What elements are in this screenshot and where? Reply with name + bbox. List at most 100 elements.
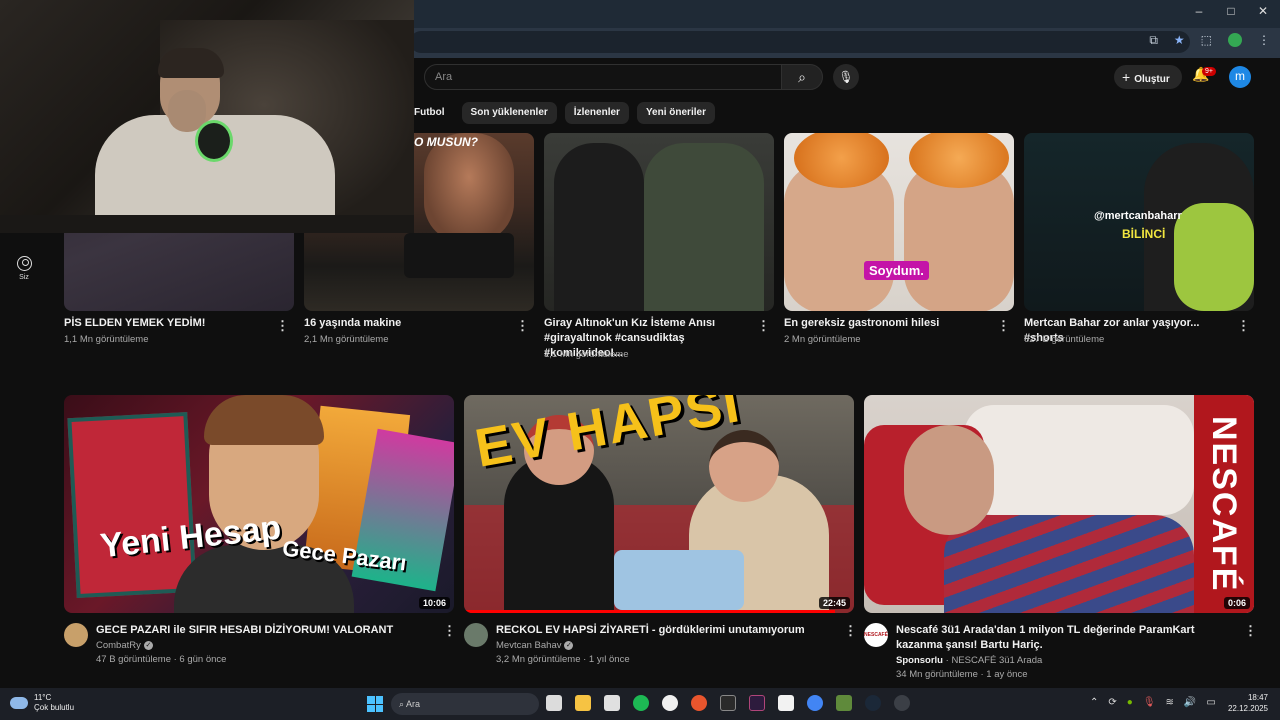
app-icon[interactable] bbox=[691, 695, 707, 711]
search-icon: ⌕ bbox=[798, 69, 806, 85]
thumbnail-text: EV HAPSİ bbox=[470, 395, 746, 479]
channel-avatar[interactable] bbox=[464, 623, 488, 647]
more-options-icon[interactable]: ⋮ bbox=[516, 318, 529, 334]
extensions-icon[interactable]: ⬚ bbox=[1201, 33, 1212, 48]
more-options-icon[interactable]: ⋮ bbox=[1237, 318, 1250, 334]
weather-condition: Çok bulutlu bbox=[34, 703, 75, 712]
video-thumbnail[interactable]: Yeni Hesap Gece Pazarı 10:06 bbox=[64, 395, 454, 613]
app-icon[interactable] bbox=[894, 695, 910, 711]
video-views: 2,1 Mn görüntüleme bbox=[304, 334, 389, 345]
channel-avatar[interactable]: NESCAFÉ bbox=[864, 623, 888, 647]
wifi-icon[interactable]: ≋ bbox=[1166, 697, 1174, 708]
store-icon[interactable] bbox=[604, 695, 620, 711]
date: 22.12.2025 bbox=[1227, 704, 1268, 713]
video-thumbnail[interactable]: NESCAFÉ 0:06 bbox=[864, 395, 1254, 613]
profile-icon[interactable] bbox=[1228, 33, 1242, 47]
chip-watched[interactable]: İzlenenler bbox=[564, 102, 629, 124]
video-thumbnail[interactable]: @mertcanbaharr BİLİNCİ bbox=[1024, 133, 1254, 311]
video-title[interactable]: PİS ELDEN YEMEK YEDİM! bbox=[64, 316, 274, 331]
system-clock[interactable]: 18:47 22.12.2025 bbox=[1228, 692, 1268, 714]
file-explorer-icon[interactable] bbox=[575, 695, 591, 711]
chip-futbol[interactable]: Futbol bbox=[414, 102, 454, 124]
create-button[interactable]: + Oluştur bbox=[1114, 65, 1182, 89]
time: 18:47 bbox=[1247, 693, 1268, 702]
more-options-icon[interactable]: ⋮ bbox=[757, 318, 770, 334]
headphones-icon bbox=[195, 120, 233, 162]
channel-name[interactable]: NESCAFÉ 3ü1 Arada bbox=[951, 655, 1042, 666]
thumbnail-text: NESCAFÉ bbox=[1194, 395, 1254, 613]
address-bar[interactable] bbox=[410, 31, 1190, 53]
editor-icon[interactable] bbox=[749, 695, 765, 711]
microphone-icon: 🎙 bbox=[838, 70, 854, 84]
chrome-icon[interactable] bbox=[807, 695, 823, 711]
chip-new-recommendations[interactable]: Yeni öneriler bbox=[636, 102, 715, 124]
thumbnail-caption: BİLİNCİ bbox=[1122, 227, 1166, 241]
video-views: 627 B görüntüleme bbox=[1024, 334, 1105, 345]
nvidia-icon[interactable]: ● bbox=[1127, 697, 1133, 708]
voice-search-button[interactable]: 🎙 bbox=[833, 64, 859, 90]
sync-icon[interactable]: ⟳ bbox=[1108, 697, 1116, 708]
video-views: 1,1 Mn görüntüleme bbox=[544, 349, 629, 360]
video-duration: 10:06 bbox=[418, 597, 450, 609]
menu-icon[interactable]: ⋮ bbox=[1258, 33, 1270, 48]
task-view-icon[interactable] bbox=[546, 695, 562, 711]
create-label: Oluştur bbox=[1134, 74, 1170, 85]
more-options-icon[interactable]: ⋮ bbox=[997, 318, 1010, 334]
steam-icon[interactable] bbox=[865, 695, 881, 711]
plus-icon: + bbox=[1122, 69, 1131, 85]
video-views: 1,1 Mn görüntüleme bbox=[64, 334, 149, 345]
spotify-icon[interactable] bbox=[633, 695, 649, 711]
close-button[interactable]: ✕ bbox=[1256, 4, 1270, 18]
more-options-icon[interactable]: ⋮ bbox=[443, 623, 456, 639]
taskbar-search[interactable]: ⌕ Ara bbox=[391, 693, 539, 715]
minimize-button[interactable]: – bbox=[1192, 4, 1206, 18]
microphone-icon[interactable]: 🎙 bbox=[1143, 697, 1156, 708]
start-button[interactable] bbox=[367, 696, 383, 712]
video-title[interactable]: RECKOL EV HAPSİ ZİYARETİ - gördüklerimi … bbox=[496, 623, 836, 638]
account-avatar[interactable]: m bbox=[1229, 66, 1251, 88]
battery-icon[interactable]: ▭ bbox=[1206, 697, 1215, 708]
notepad-icon[interactable] bbox=[778, 695, 794, 711]
sidebar-item-you[interactable]: Siz bbox=[10, 256, 38, 281]
video-duration: 0:06 bbox=[1223, 597, 1250, 609]
weather-widget[interactable]: 11°C Çok bulutlu bbox=[10, 693, 74, 713]
chip-latest[interactable]: Son yüklenenler bbox=[461, 102, 557, 124]
chevron-up-icon[interactable]: ⌃ bbox=[1090, 697, 1098, 708]
video-meta: 3,2 Mn görüntüleme · 1 yıl önce bbox=[496, 654, 630, 665]
user-icon bbox=[16, 256, 32, 271]
more-options-icon[interactable]: ⋮ bbox=[1244, 623, 1257, 639]
verified-icon: ✓ bbox=[564, 640, 574, 650]
sidebar-item-label: Siz bbox=[19, 274, 29, 281]
webcam-overlay bbox=[0, 0, 414, 233]
channel-name[interactable]: Mevtcan Bahav ✓ bbox=[496, 639, 574, 653]
video-title[interactable]: Nescafé 3ü1 Arada'dan 1 milyon TL değeri… bbox=[896, 623, 1236, 653]
epic-games-icon[interactable] bbox=[720, 695, 736, 711]
video-meta: 47 B görüntüleme · 6 gün önce bbox=[96, 654, 227, 665]
video-title[interactable]: 16 yaşında makine bbox=[304, 316, 514, 331]
more-options-icon[interactable]: ⋮ bbox=[276, 318, 289, 334]
star-icon[interactable]: ★ bbox=[1174, 33, 1185, 48]
search-button[interactable]: ⌕ bbox=[781, 64, 823, 90]
filter-chips: Futbol Son yüklenenler İzlenenler Yeni ö… bbox=[414, 102, 715, 124]
cloud-icon bbox=[10, 697, 28, 709]
video-thumbnail[interactable]: EV HAPSİ 22:45 bbox=[464, 395, 854, 613]
temperature: 11°C bbox=[34, 693, 52, 702]
thumbnail-caption: @mertcanbaharr bbox=[1094, 210, 1182, 222]
video-thumbnail[interactable]: Soydum. bbox=[784, 133, 1014, 311]
more-options-icon[interactable]: ⋮ bbox=[844, 623, 857, 639]
install-icon[interactable]: ⧉ bbox=[1149, 33, 1158, 48]
minecraft-icon[interactable] bbox=[836, 695, 852, 711]
video-title[interactable]: En gereksiz gastronomi hilesi bbox=[784, 316, 994, 331]
system-tray: ⌃ ⟳ ● 🎙 ≋ 🔊 ▭ bbox=[1090, 697, 1216, 708]
search-input[interactable]: Ara bbox=[424, 64, 782, 90]
volume-icon[interactable]: 🔊 bbox=[1184, 697, 1196, 708]
maximize-button[interactable]: □ bbox=[1224, 4, 1238, 18]
notification-badge: 9+ bbox=[1202, 67, 1216, 76]
channel-name[interactable]: CombatRy ✓ bbox=[96, 639, 153, 653]
thumbnail-text: O MUSUN? bbox=[414, 135, 478, 149]
channel-avatar[interactable] bbox=[64, 623, 88, 647]
video-thumbnail[interactable] bbox=[544, 133, 774, 311]
obs-icon[interactable] bbox=[662, 695, 678, 711]
ad-info: Sponsorlu · NESCAFÉ 3ü1 Arada bbox=[896, 655, 1043, 666]
video-title[interactable]: GECE PAZARI ile SIFIR HESABI DİZİYORUM! … bbox=[96, 623, 436, 638]
